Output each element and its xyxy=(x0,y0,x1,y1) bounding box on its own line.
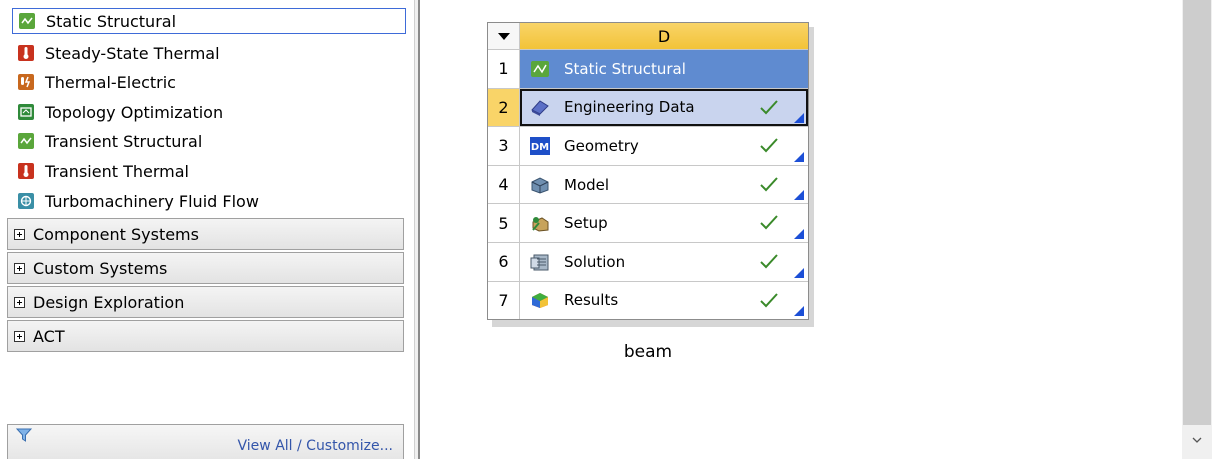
thermal-electric-icon xyxy=(18,74,34,90)
row-number: 1 xyxy=(488,50,520,88)
toolbox-item-static-structural[interactable]: Static Structural xyxy=(12,8,406,34)
toolbox-item-topology-optimization[interactable]: Topology Optimization xyxy=(12,99,406,125)
group-act[interactable]: ACT xyxy=(7,320,404,352)
cell-label: Results xyxy=(564,291,619,310)
toolbox-panel: Static Structural Steady-State Thermal T… xyxy=(0,0,414,459)
transient-structural-icon xyxy=(18,133,34,149)
row-number: 2 xyxy=(488,88,520,127)
system-table: D 1 Static Structural 2 Engineering Data… xyxy=(487,22,809,321)
filter-icon[interactable] xyxy=(16,428,32,442)
corner-triangle-icon xyxy=(794,228,804,239)
system-menu-button[interactable] xyxy=(488,23,520,49)
cell-label: Model xyxy=(564,175,610,194)
system-title-row[interactable]: 1 Static Structural xyxy=(488,49,808,88)
toolbox-item-label: Transient Thermal xyxy=(45,161,189,181)
view-all-customize-link[interactable]: View All / Customize... xyxy=(238,438,393,454)
solution-icon xyxy=(530,252,550,272)
toolbox-item-label: Static Structural xyxy=(46,11,177,31)
row-number: 7 xyxy=(488,281,520,320)
check-icon xyxy=(760,99,778,115)
expand-plus-icon[interactable] xyxy=(14,296,25,308)
group-label: Component Systems xyxy=(33,224,199,244)
group-design-exploration[interactable]: Design Exploration xyxy=(7,286,404,318)
toolbox-item-label: Steady-State Thermal xyxy=(45,43,220,63)
check-icon xyxy=(760,138,778,153)
toolbox-item-transient-structural[interactable]: Transient Structural xyxy=(12,128,406,154)
toolbox-item-turbomachinery-fluid-flow[interactable]: Turbomachinery Fluid Flow xyxy=(12,188,406,214)
scroll-down-arrow-icon[interactable] xyxy=(1190,430,1204,450)
static-structural-icon xyxy=(19,13,35,29)
corner-triangle-icon xyxy=(794,190,804,201)
toolbox-item-label: Thermal-Electric xyxy=(45,72,176,92)
check-icon xyxy=(760,292,778,308)
topology-icon xyxy=(18,104,34,120)
corner-triangle-icon xyxy=(794,113,804,124)
group-component-systems[interactable]: Component Systems xyxy=(7,218,404,250)
cell-row-geometry[interactable]: 3 DM Geometry xyxy=(488,126,808,165)
toolbox-item-label: Turbomachinery Fluid Flow xyxy=(45,191,259,211)
cell-label: Solution xyxy=(564,252,626,271)
system-name-label[interactable]: beam xyxy=(487,342,809,362)
project-schematic: D 1 Static Structural 2 Engineering Data… xyxy=(420,0,1182,459)
thermal-icon xyxy=(18,45,34,61)
row-number: 4 xyxy=(488,165,520,204)
check-icon xyxy=(760,215,778,230)
toolbox-item-transient-thermal[interactable]: Transient Thermal xyxy=(12,158,406,184)
transient-thermal-icon xyxy=(18,163,34,179)
turbomachinery-icon xyxy=(18,193,34,209)
results-icon xyxy=(530,290,550,310)
model-icon xyxy=(530,175,550,195)
row-number: 3 xyxy=(488,127,520,165)
expand-plus-icon[interactable] xyxy=(14,262,25,274)
column-header: D xyxy=(520,23,808,49)
cell-row-solution[interactable]: 6 Solution xyxy=(488,241,808,281)
group-custom-systems[interactable]: Custom Systems xyxy=(7,252,404,284)
corner-triangle-icon xyxy=(794,306,804,317)
dropdown-triangle-icon xyxy=(497,32,510,40)
cell-label: Engineering Data xyxy=(564,98,695,117)
corner-triangle-icon xyxy=(794,267,804,278)
corner-triangle-icon xyxy=(794,151,804,162)
scrollbar-thumb[interactable] xyxy=(1183,0,1211,425)
toolbox-item-thermal-electric[interactable]: Thermal-Electric xyxy=(12,69,406,95)
toolbox-item-label: Topology Optimization xyxy=(45,102,224,122)
static-structural-icon xyxy=(530,59,550,79)
check-icon xyxy=(760,254,778,269)
row-number: 6 xyxy=(488,242,520,281)
geometry-icon-text: DM xyxy=(531,142,549,153)
vertical-scrollbar[interactable] xyxy=(1182,0,1212,459)
cell-row-model[interactable]: 4 Model xyxy=(488,164,808,204)
toolbox-item-steady-state-thermal[interactable]: Steady-State Thermal xyxy=(12,40,406,66)
group-label: Custom Systems xyxy=(33,258,168,278)
cell-row-setup[interactable]: 5 Setup xyxy=(488,203,808,242)
setup-icon xyxy=(530,213,550,233)
group-label: Design Exploration xyxy=(33,292,185,312)
toolbox-item-label: Transient Structural xyxy=(45,131,203,151)
toolbox-footer: View All / Customize... xyxy=(7,424,404,459)
group-label: ACT xyxy=(33,326,65,346)
cell-label: Geometry xyxy=(564,136,639,155)
check-icon xyxy=(760,177,778,192)
system-title: Static Structural xyxy=(564,59,686,78)
row-number: 5 xyxy=(488,204,520,242)
system-header-row: D xyxy=(488,23,808,49)
expand-plus-icon[interactable] xyxy=(14,330,25,342)
cell-row-results[interactable]: 7 Results xyxy=(488,280,808,320)
cell-label: Setup xyxy=(564,214,608,233)
engineering-data-icon xyxy=(530,97,550,117)
geometry-icon: DM xyxy=(530,136,550,156)
expand-plus-icon[interactable] xyxy=(14,228,25,240)
cell-row-engineering-data[interactable]: 2 Engineering Data xyxy=(488,87,808,127)
system-block[interactable]: D 1 Static Structural 2 Engineering Data… xyxy=(487,22,814,362)
